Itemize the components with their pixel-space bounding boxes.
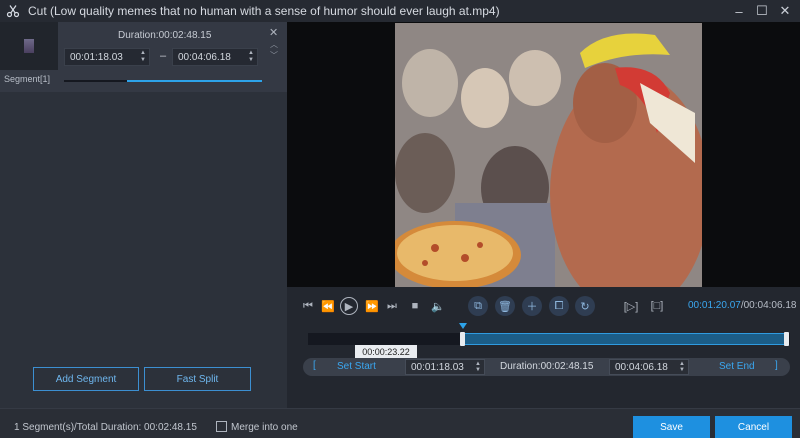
maximize-button[interactable]: ☐ bbox=[753, 2, 771, 20]
rewind-icon[interactable]: ⏪ bbox=[319, 297, 337, 315]
total-time: 00:04:06.18 bbox=[743, 300, 797, 311]
segment-range bbox=[127, 80, 262, 82]
reset-icon[interactable]: ↻ bbox=[575, 296, 595, 316]
mark-in-icon[interactable]: [▷] bbox=[622, 297, 640, 315]
forward-icon[interactable]: ⏩ bbox=[363, 297, 381, 315]
close-button[interactable]: ✕ bbox=[776, 2, 794, 20]
title-bar: Cut (Low quality memes that no human wit… bbox=[0, 0, 800, 22]
merge-label[interactable]: Merge into one bbox=[231, 422, 298, 433]
window-title: Cut (Low quality memes that no human wit… bbox=[28, 4, 500, 18]
spin-arrows-icon[interactable]: ▲ ▼ bbox=[475, 361, 481, 373]
start-time-field[interactable]: 00:01:18.03 ▲ ▼ bbox=[405, 359, 485, 375]
segment-track bbox=[64, 80, 262, 82]
segment-move-down-icon[interactable]: ﹀ bbox=[270, 50, 278, 61]
mark-out-icon[interactable]: [□] bbox=[648, 297, 666, 315]
segment-end-time-field[interactable]: 00:04:06.18 ▲ ▼ bbox=[172, 48, 258, 66]
split-icon[interactable]: ⧉ bbox=[468, 296, 488, 316]
status-text: 1 Segment(s)/Total Duration: 00:02:48.15 bbox=[14, 422, 197, 433]
edit-duration: Duration:00:02:48.15 bbox=[500, 361, 594, 372]
end-time-field[interactable]: 00:04:06.18 ▲ ▼ bbox=[609, 359, 689, 375]
minimize-button[interactable]: – bbox=[730, 2, 748, 20]
segment-thumbnail bbox=[0, 22, 58, 70]
stop-icon[interactable]: ■ bbox=[406, 297, 424, 315]
fast-split-button[interactable]: Fast Split bbox=[144, 367, 251, 391]
video-preview[interactable] bbox=[287, 22, 800, 287]
segment-close-icon[interactable]: ✕ bbox=[269, 26, 278, 39]
playback-controls: ⏮ ⏪ ▶ ⏩ ⏭ ■ 🔈 ⧉ 🗑 ＋ ⧠ ↻ [▷] [□] 00:01:20… bbox=[287, 287, 800, 408]
spin-arrows-icon[interactable]: ▲ ▼ bbox=[248, 50, 254, 64]
timeline-end-handle[interactable] bbox=[784, 332, 789, 346]
edit-bar: [ Set Start 00:01:18.03 ▲ ▼ Duration:00:0… bbox=[303, 358, 790, 376]
add-segment-button[interactable]: Add Segment bbox=[33, 367, 139, 391]
save-button[interactable]: Save bbox=[633, 416, 710, 438]
set-start-button[interactable]: Set Start bbox=[337, 361, 376, 372]
set-end-button[interactable]: Set End bbox=[719, 361, 755, 372]
segment-move-up-icon[interactable]: ︿ bbox=[270, 39, 278, 50]
skip-start-icon[interactable]: ⏮ bbox=[299, 297, 317, 315]
segment-panel: Segment[1] Duration:00:02:48.15 00:01:18… bbox=[0, 22, 287, 408]
add-icon[interactable]: ＋ bbox=[522, 296, 542, 316]
segment-start-time-field[interactable]: 00:01:18.03 ▲ ▼ bbox=[64, 48, 150, 66]
play-icon[interactable]: ▶ bbox=[340, 297, 358, 315]
segment-item[interactable]: Segment[1] Duration:00:02:48.15 00:01:18… bbox=[0, 22, 287, 92]
spin-arrows-icon[interactable]: ▲ ▼ bbox=[140, 50, 146, 64]
current-time: 00:01:20.07 bbox=[688, 300, 741, 311]
timeline-track[interactable] bbox=[308, 333, 790, 345]
skip-end-icon[interactable]: ⏭ bbox=[383, 297, 401, 315]
scissors-icon bbox=[6, 4, 20, 18]
time-readout: 00:01:20.07/00:04:06.18 bbox=[688, 300, 797, 311]
volume-icon[interactable]: 🔈 bbox=[429, 297, 447, 315]
playhead-marker[interactable] bbox=[459, 323, 468, 329]
spin-arrows-icon[interactable]: ▲ ▼ bbox=[679, 361, 685, 373]
timeline-start-handle[interactable] bbox=[460, 332, 466, 346]
time-separator: – bbox=[160, 50, 167, 62]
bracket-right: ] bbox=[775, 360, 778, 371]
footer-bar: 1 Segment(s)/Total Duration: 00:02:48.15… bbox=[0, 408, 800, 438]
video-frame bbox=[395, 23, 702, 287]
segment-label: Segment[1] bbox=[4, 74, 51, 84]
segment-duration: Duration:00:02:48.15 bbox=[118, 30, 212, 41]
timeline-selection[interactable] bbox=[462, 333, 787, 345]
delete-icon[interactable]: 🗑 bbox=[495, 296, 515, 316]
merge-checkbox[interactable] bbox=[216, 421, 227, 432]
bracket-left: [ bbox=[313, 360, 316, 371]
cancel-button[interactable]: Cancel bbox=[715, 416, 792, 438]
hover-time-tooltip: 00:00:23.22 bbox=[355, 345, 417, 359]
copy-icon[interactable]: ⧠ bbox=[549, 296, 569, 316]
